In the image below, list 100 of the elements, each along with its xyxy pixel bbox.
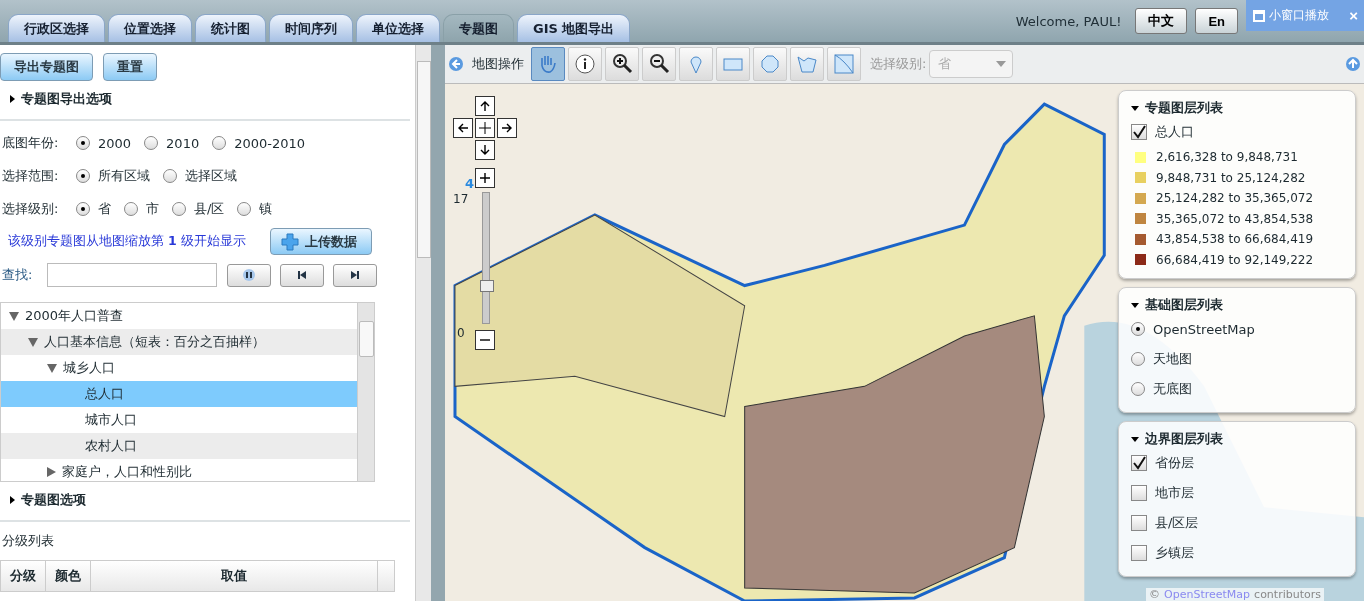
tree-item[interactable]: 2000年人口普查 (1, 303, 357, 329)
find-button[interactable] (227, 263, 271, 287)
collapse-triangle-icon[interactable] (9, 311, 19, 321)
dropdown-arrow-icon (996, 61, 1007, 67)
first-button[interactable] (280, 263, 324, 287)
info-tool-button[interactable] (568, 47, 602, 81)
nav-tab[interactable]: GIS 地图导出 (517, 14, 631, 42)
field-label: 选择级别: (2, 200, 60, 218)
radio-option[interactable]: 所有区域 (76, 167, 150, 185)
pan-up-button[interactable] (475, 96, 495, 116)
down-arrow-icon (479, 144, 491, 156)
zoom-in-button[interactable] (475, 168, 495, 188)
list-title: 分级列表 (1, 532, 55, 550)
tree-item[interactable]: 家庭户，人口和性别比 (1, 459, 357, 481)
tree-item[interactable]: 城乡人口 (1, 355, 357, 381)
nav-tab[interactable]: 单位选择 (356, 14, 440, 42)
checkbox[interactable] (1131, 124, 1147, 140)
welcome-text: Welcome, PAUL! (1015, 13, 1122, 29)
radio-option[interactable]: 天地图 (1131, 344, 1345, 374)
zoom-to-extent-button[interactable] (475, 118, 495, 138)
zoom-level-label: 4 (465, 176, 475, 191)
action-button[interactable]: 重置 (103, 53, 157, 81)
checkbox[interactable] (1131, 545, 1147, 561)
scrollbar[interactable] (415, 45, 431, 601)
legend-label: 9,848,731 to 25,124,282 (1156, 170, 1306, 185)
legend-label: 35,365,072 to 43,854,538 (1156, 211, 1314, 226)
radio-option[interactable]: 镇 (237, 200, 273, 218)
window-icon (1252, 8, 1266, 23)
nav-tab[interactable]: 专题图 (443, 14, 514, 42)
nav-tab[interactable]: 位置选择 (108, 14, 192, 42)
left-arrow-icon (457, 122, 469, 134)
radio-option[interactable]: 选择区域 (163, 167, 237, 185)
language-button[interactable]: En (1195, 8, 1238, 34)
level-label: 选择级别: (870, 55, 927, 73)
pan-left-button[interactable] (453, 118, 473, 138)
legend-label: 25,124,282 to 35,365,072 (1156, 191, 1314, 206)
zoom-in-tool-button[interactable] (605, 47, 639, 81)
radio-option[interactable]: 省 (76, 200, 111, 218)
collapse-triangle-icon[interactable] (28, 337, 38, 347)
layer-checkbox[interactable]: 乡镇层 (1131, 538, 1345, 568)
section-header[interactable]: 专题图导出选项 (10, 91, 415, 107)
polygon-tool-button[interactable] (790, 47, 824, 81)
upload-button[interactable]: 上传数据 (269, 228, 372, 255)
column-header: 颜色 (46, 561, 91, 591)
expand-triangle-icon[interactable] (47, 467, 56, 477)
action-button[interactable]: 导出专题图 (0, 53, 93, 81)
tree-item[interactable]: 总人口 (1, 381, 357, 407)
column-header: 分级 (1, 561, 46, 591)
tree-item[interactable]: 城市人口 (1, 407, 357, 433)
scrollbar[interactable] (357, 303, 374, 481)
radio-option[interactable]: 2010 (144, 135, 200, 151)
checkmark-icon (1132, 125, 1146, 139)
pan-down-button[interactable] (475, 140, 495, 160)
tree-item[interactable]: 人口基本信息（短表：百分之百抽样） (1, 329, 357, 355)
legend-label: 43,854,538 to 66,684,419 (1156, 232, 1314, 247)
tree-item[interactable]: 农村人口 (1, 433, 357, 459)
right-arrow-icon (501, 122, 513, 134)
pan-right-button[interactable] (497, 118, 517, 138)
last-button[interactable] (333, 263, 377, 287)
radio-option[interactable]: 无底图 (1131, 374, 1345, 404)
toolbar-label: 地图操作 (472, 55, 524, 73)
language-button[interactable]: 中文 (1135, 8, 1188, 34)
checkbox[interactable] (1131, 515, 1147, 531)
radio-option[interactable]: 2000-2010 (212, 135, 306, 151)
panel-title[interactable]: 专题图层列表 (1131, 99, 1345, 117)
nav-tab[interactable]: 行政区选择 (8, 14, 105, 42)
legend-label: 2,616,328 to 9,848,731 (1156, 150, 1298, 165)
skip-back-icon (297, 270, 307, 280)
collapse-triangle-icon[interactable] (47, 363, 57, 373)
zoom-out-button[interactable] (475, 330, 495, 350)
radio-option[interactable]: OpenStreetMap (1131, 314, 1345, 344)
panel-title[interactable]: 边界图层列表 (1131, 430, 1345, 448)
radio-option[interactable]: 市 (124, 200, 159, 218)
layer-checkbox[interactable]: 县/区层 (1131, 508, 1345, 538)
attribution-text: contributors (1254, 588, 1321, 601)
plus-icon (280, 232, 299, 251)
zoom-out-tool-button[interactable] (642, 47, 676, 81)
zoom-in-icon (610, 52, 634, 76)
zoom-max-label: 17 (453, 192, 469, 206)
legend-label: 66,684,419 to 92,149,222 (1156, 252, 1314, 267)
radio-option[interactable]: 县/区 (172, 200, 225, 218)
zoom-out-icon (647, 52, 671, 76)
field-label: 选择范围: (2, 167, 60, 185)
layer-checkbox[interactable]: 省份层 (1131, 448, 1345, 478)
checkbox[interactable] (1131, 455, 1147, 471)
info-icon (573, 52, 597, 76)
info-note: 该级别专题图从地图缩放第 1 级开始显示 (8, 233, 246, 250)
search-field[interactable] (47, 263, 217, 287)
layer-checkbox[interactable]: 地市层 (1131, 478, 1345, 508)
up-arrow-icon (479, 100, 491, 112)
checkbox[interactable] (1131, 485, 1147, 501)
section-header[interactable]: 专题图选项 (10, 492, 415, 508)
expand-icon[interactable] (1346, 57, 1360, 71)
nav-tab[interactable]: 时间序列 (269, 14, 353, 42)
radio-option[interactable]: 2000 (76, 135, 132, 151)
panel-title[interactable]: 基础图层列表 (1131, 296, 1345, 314)
collapse-icon[interactable] (449, 57, 463, 71)
skip-forward-icon (350, 270, 360, 280)
nav-tab[interactable]: 统计图 (195, 14, 266, 42)
layer-checkbox[interactable]: 总人口 (1131, 117, 1345, 147)
